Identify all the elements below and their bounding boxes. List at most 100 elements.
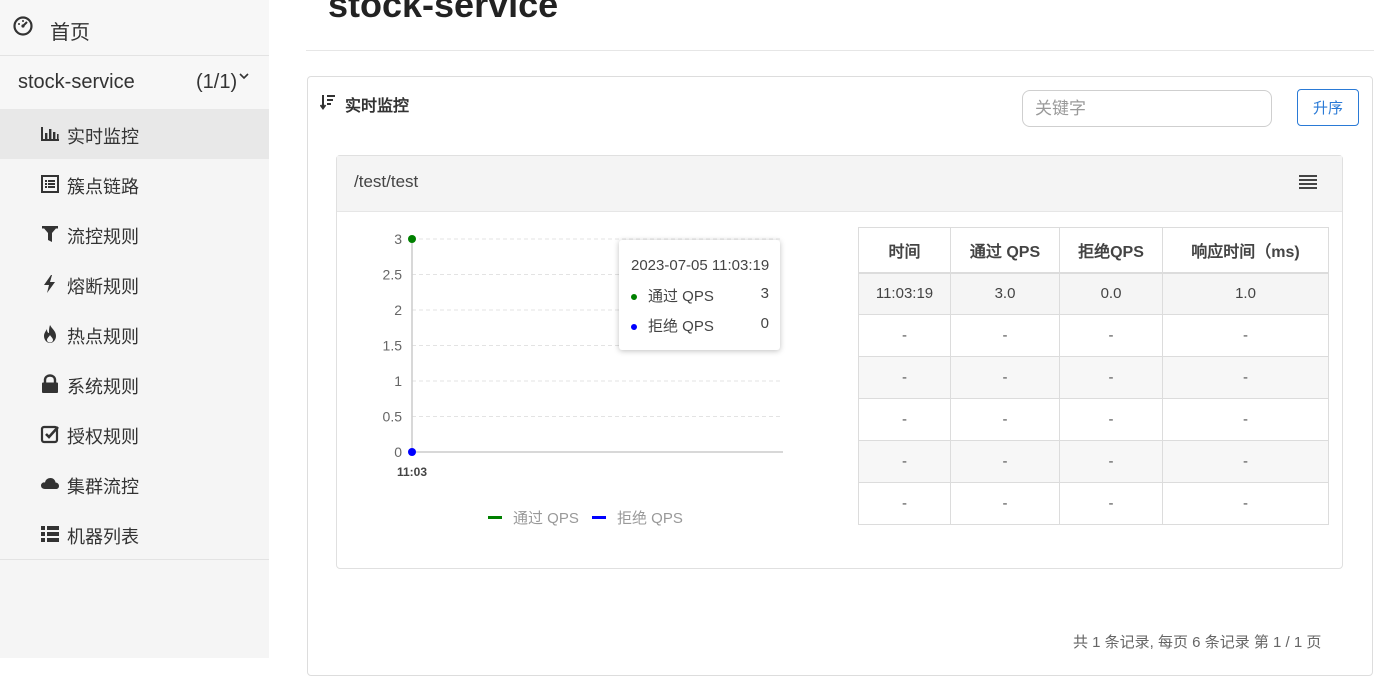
resource-name: /test/test bbox=[354, 172, 419, 191]
table-row: - - - - bbox=[858, 314, 1329, 357]
table-cell: - bbox=[1162, 356, 1329, 399]
legend-swatch bbox=[488, 516, 502, 519]
sidebar-item-system-rules[interactable]: 系统规则 bbox=[0, 359, 269, 409]
table-cell: - bbox=[858, 314, 951, 357]
sidebar-item-label: 实时监控 bbox=[67, 127, 139, 147]
y-tick-label: 1.5 bbox=[383, 338, 403, 354]
series-dot-icon bbox=[631, 294, 637, 300]
table-cell: - bbox=[1059, 440, 1163, 483]
sidebar-item-cluster-flow[interactable]: 集群流控 bbox=[0, 459, 269, 509]
table-row: 11:03:19 3.0 0.0 1.0 bbox=[858, 272, 1329, 315]
table-cell: - bbox=[1162, 440, 1329, 483]
table-cell: 3.0 bbox=[950, 272, 1060, 315]
legend-label: 拒绝 QPS bbox=[617, 510, 683, 527]
th-list-icon bbox=[41, 526, 59, 542]
y-tick-label: 2 bbox=[394, 302, 402, 318]
lock-icon bbox=[42, 374, 58, 393]
table-cell: - bbox=[1162, 398, 1329, 441]
chart-tooltip: 2023-07-05 11:03:19 通过 QPS 3 拒绝 QPS 0 bbox=[619, 240, 780, 350]
sidebar-item-machine-list[interactable]: 机器列表 bbox=[0, 509, 269, 559]
page-title: stock-service bbox=[328, 0, 559, 25]
x-tick-label: 11:03 bbox=[397, 465, 427, 479]
sidebar-item-resource-chain[interactable]: 簇点链路 bbox=[0, 159, 269, 209]
y-tick-label: 0 bbox=[394, 444, 402, 460]
filter-icon bbox=[42, 226, 58, 242]
sidebar-item-label: 熔断规则 bbox=[67, 277, 139, 297]
panel-title: 实时监控 bbox=[345, 98, 410, 115]
table-row: - - - - bbox=[858, 356, 1329, 399]
bar-chart-icon bbox=[41, 127, 59, 141]
column-header: 响应时间（ms) bbox=[1162, 227, 1329, 274]
table-row: - - - - bbox=[858, 440, 1329, 483]
table-cell: 11:03:19 bbox=[858, 272, 951, 315]
sidebar-item-label: 热点规则 bbox=[67, 327, 139, 347]
tooltip-series-name: 拒绝 QPS bbox=[648, 318, 714, 335]
column-header: 拒绝QPS bbox=[1059, 227, 1163, 274]
sidebar: 首页 stock-service (1/1) 实时监控 簇点链路 流控规则 熔断… bbox=[0, 0, 269, 658]
table-cell: - bbox=[858, 482, 951, 525]
lightning-icon bbox=[44, 275, 55, 293]
sort-amount-icon bbox=[320, 95, 335, 111]
chevron-down-icon bbox=[239, 73, 249, 80]
dashboard-icon bbox=[13, 16, 33, 36]
tooltip-time: 2023-07-05 11:03:19 bbox=[631, 257, 770, 274]
title-divider bbox=[306, 50, 1374, 51]
nav-app-stock-service[interactable]: stock-service (1/1) bbox=[0, 56, 269, 109]
sidebar-item-hotspot-rules[interactable]: 热点规则 bbox=[0, 309, 269, 359]
tooltip-series-value: 3 bbox=[760, 285, 769, 302]
tooltip-series-value: 0 bbox=[760, 315, 769, 332]
legend-item-block[interactable]: 拒绝 QPS bbox=[592, 507, 687, 527]
app-machine-count: (1/1) bbox=[196, 71, 238, 93]
table-cell: - bbox=[950, 440, 1060, 483]
sort-ascending-button[interactable]: 升序 bbox=[1297, 89, 1359, 126]
keyword-search-input[interactable] bbox=[1022, 90, 1272, 127]
table-cell: - bbox=[1059, 398, 1163, 441]
sidebar-item-realtime-monitor[interactable]: 实时监控 bbox=[0, 109, 269, 159]
table-cell: - bbox=[950, 482, 1060, 525]
column-header: 通过 QPS bbox=[950, 227, 1060, 274]
sidebar-item-label: 系统规则 bbox=[67, 377, 139, 397]
sidebar-item-degrade-rules[interactable]: 熔断规则 bbox=[0, 259, 269, 309]
sidebar-item-label: 流控规则 bbox=[67, 227, 139, 247]
data-point bbox=[408, 448, 416, 456]
table-row: - - - - bbox=[858, 398, 1329, 441]
series-dot-icon bbox=[631, 324, 637, 330]
table-cell: - bbox=[1059, 356, 1163, 399]
app-submenu: 实时监控 簇点链路 流控规则 熔断规则 热点规则 系统规则 授权规则 集群流控 … bbox=[0, 109, 269, 559]
sidebar-item-flow-rules[interactable]: 流控规则 bbox=[0, 209, 269, 259]
table-header-row: 时间 通过 QPS 拒绝QPS 响应时间（ms) bbox=[858, 227, 1329, 274]
table-cell: - bbox=[1059, 314, 1163, 357]
nav-home[interactable]: 首页 bbox=[0, 0, 269, 56]
tooltip-row-block: 拒绝 QPS 0 bbox=[631, 315, 769, 335]
table-cell: - bbox=[1162, 314, 1329, 357]
legend-item-pass[interactable]: 通过 QPS bbox=[488, 507, 583, 527]
nav-home-label: 首页 bbox=[50, 22, 90, 44]
sidebar-item-authority-rules[interactable]: 授权规则 bbox=[0, 409, 269, 459]
table-cell: - bbox=[858, 356, 951, 399]
table-cell: - bbox=[950, 356, 1060, 399]
y-tick-label: 0.5 bbox=[383, 409, 403, 425]
hamburger-menu-icon[interactable] bbox=[1298, 174, 1318, 190]
fire-icon bbox=[44, 325, 56, 343]
table-cell: - bbox=[1059, 482, 1163, 525]
y-tick-label: 1 bbox=[394, 373, 402, 389]
table-cell: 0.0 bbox=[1059, 272, 1163, 315]
check-square-icon bbox=[40, 425, 59, 444]
sidebar-divider bbox=[0, 559, 269, 560]
sidebar-item-label: 授权规则 bbox=[67, 427, 139, 447]
y-tick-label: 2.5 bbox=[383, 267, 403, 283]
metrics-table: 时间 通过 QPS 拒绝QPS 响应时间（ms) 11:03:19 3.0 0.… bbox=[858, 227, 1329, 525]
data-point bbox=[408, 235, 416, 243]
table-cell: - bbox=[858, 440, 951, 483]
legend-label: 通过 QPS bbox=[513, 510, 579, 527]
table-cell: - bbox=[950, 398, 1060, 441]
pagination-summary: 共 1 条记录, 每页 6 条记录 第 1 / 1 页 bbox=[1073, 634, 1322, 651]
table-row: - - - - bbox=[858, 482, 1329, 525]
sidebar-item-label: 簇点链路 bbox=[67, 177, 139, 197]
cloud-icon bbox=[41, 478, 59, 489]
sidebar-item-label: 集群流控 bbox=[67, 477, 139, 497]
column-header: 时间 bbox=[858, 227, 951, 274]
table-cell: - bbox=[1162, 482, 1329, 525]
tooltip-series-name: 通过 QPS bbox=[648, 288, 714, 305]
sidebar-item-label: 机器列表 bbox=[67, 527, 139, 547]
